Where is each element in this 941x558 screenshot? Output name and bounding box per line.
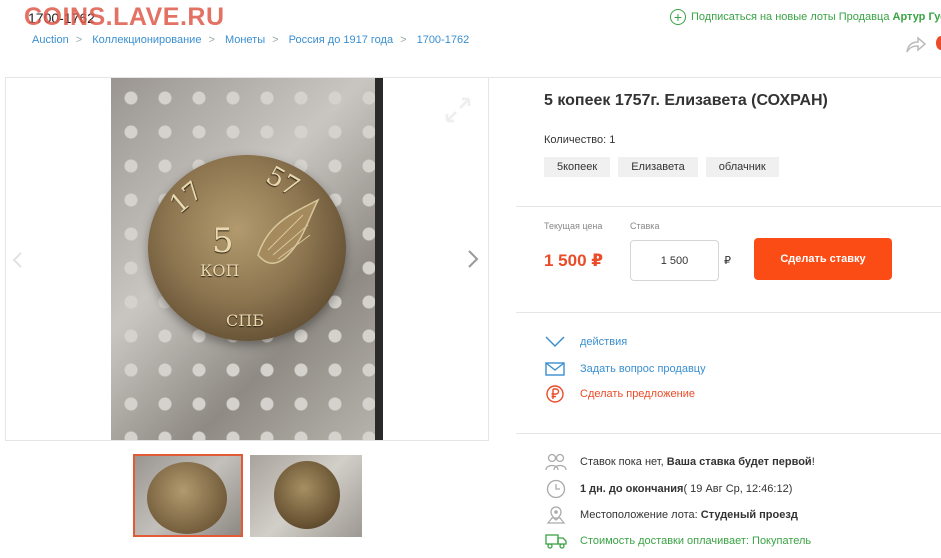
time-left-info: 1 дн. до окончания ( 19 Авг Ср, 12:46:12… xyxy=(544,478,792,500)
plus-icon: + xyxy=(670,9,686,25)
bid-label: Ставка xyxy=(630,221,660,231)
chevron-down-icon xyxy=(544,333,566,351)
breadcrumb-russia[interactable]: Россия до 1917 года xyxy=(289,34,393,46)
thumbnail-1[interactable] xyxy=(133,454,243,537)
tag-list: 5копеек Елизавета облачник xyxy=(544,157,779,177)
tag-item[interactable]: облачник xyxy=(705,157,779,177)
thumbnail-coin-obverse xyxy=(147,462,227,534)
divider xyxy=(516,312,941,313)
users-icon xyxy=(544,451,568,473)
make-offer-link[interactable]: Сделать предложение xyxy=(544,385,695,403)
truck-icon xyxy=(544,530,568,552)
shipping-info: Стоимость доставки оплачивает: Покупател… xyxy=(544,530,811,552)
thumbnail-coin-reverse xyxy=(274,461,340,529)
bids-text: Ставок пока нет, xyxy=(580,456,664,468)
coin-value: 5 xyxy=(212,221,234,261)
photo-edge xyxy=(375,78,383,440)
subscribe-seller-link[interactable]: + Подписаться на новые лоты Продавца Арту… xyxy=(670,9,941,25)
thumbnail-2[interactable] xyxy=(250,455,362,537)
ask-seller-label: Задать вопрос продавцу xyxy=(580,363,706,375)
coin-image: 17 57 5 КОП СПБ xyxy=(148,155,346,341)
eagle-emblem-icon xyxy=(257,198,320,264)
current-price-label: Текущая цена xyxy=(544,221,603,231)
map-pin-icon xyxy=(544,504,568,526)
time-left: 1 дн. до окончания xyxy=(580,483,684,495)
breadcrumb-period[interactable]: 1700-1762 xyxy=(417,34,470,46)
currency-sign: ₽ xyxy=(724,255,731,267)
coin-mint: СПБ xyxy=(226,311,264,330)
share-icon[interactable] xyxy=(905,36,927,54)
envelope-icon xyxy=(544,360,566,378)
quantity-label: Количество: xyxy=(544,134,607,146)
bid-input[interactable] xyxy=(630,240,719,281)
divider xyxy=(516,433,941,434)
ruble-circle-icon xyxy=(544,385,566,403)
coin-unit: КОП xyxy=(200,261,240,280)
prev-photo-icon[interactable] xyxy=(12,252,24,268)
clock-icon xyxy=(544,478,568,500)
actions-label: действия xyxy=(580,336,628,348)
actions-menu[interactable]: действия xyxy=(544,333,627,351)
breadcrumb: Auction > Коллекционирование > Монеты > Рос… xyxy=(32,34,470,46)
bids-info: Ставок пока нет, Ваша ставка будет перво… xyxy=(544,451,815,473)
breadcrumb-collecting[interactable]: Коллекционирование xyxy=(92,34,201,46)
place-bid-button[interactable]: Сделать ставку xyxy=(754,238,892,280)
notification-dot[interactable] xyxy=(936,36,941,50)
next-photo-icon[interactable] xyxy=(466,249,480,269)
breadcrumb-auction[interactable]: Auction xyxy=(32,34,69,46)
tag-item[interactable]: Елизавета xyxy=(618,157,698,177)
location-value: Студеный проезд xyxy=(700,509,798,521)
bids-end: ! xyxy=(811,456,815,468)
breadcrumb-coins[interactable]: Монеты xyxy=(225,34,265,46)
tag-item[interactable]: 5копеек xyxy=(544,157,611,177)
lot-main-photo[interactable]: 17 57 5 КОП СПБ xyxy=(111,78,383,440)
site-watermark: COINS.LAVE.RU xyxy=(24,3,225,31)
bids-first: Ваша ставка будет первой xyxy=(666,456,812,468)
shipping-text: Стоимость доставки оплачивает: Покупател… xyxy=(580,535,812,547)
current-price: 1 500 ₽ xyxy=(544,251,604,270)
coin-year-left: 17 xyxy=(164,175,209,221)
location-label: Местоположение лота: xyxy=(580,509,698,521)
quantity-value: 1 xyxy=(609,134,616,146)
seller-name[interactable]: Артур Гус xyxy=(893,11,941,23)
ask-seller-link[interactable]: Задать вопрос продавцу xyxy=(544,360,706,378)
lot-title: 5 копеек 1757г. Елизавета (СОХРАН) xyxy=(544,92,828,109)
location-info: Местоположение лота: Студеный проезд xyxy=(544,504,798,526)
make-offer-label: Сделать предложение xyxy=(580,388,695,400)
expand-icon[interactable] xyxy=(444,96,472,124)
subscribe-text: Подписаться на новые лоты Продавца xyxy=(691,10,890,23)
divider xyxy=(516,206,941,207)
lot-quantity: Количество: 1 xyxy=(544,134,615,146)
end-datetime: ( 19 Авг Ср, 12:46:12) xyxy=(683,483,793,495)
